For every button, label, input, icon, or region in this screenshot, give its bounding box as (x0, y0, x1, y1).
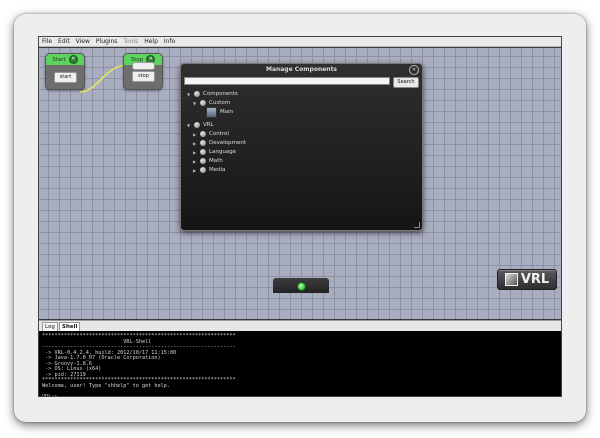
chevron-down-icon[interactable]: ▼ (187, 123, 191, 128)
stop-input-slot[interactable] (132, 62, 155, 70)
chevron-down-icon[interactable]: ▼ (193, 101, 197, 106)
ball-icon (200, 140, 206, 146)
component-search-input[interactable] (184, 77, 390, 85)
tree-item-label: Math (209, 158, 223, 164)
tree-item-label: Custom (209, 100, 231, 106)
tree-item[interactable]: ▶ Development (193, 139, 246, 147)
tree-item[interactable]: Main (199, 106, 234, 118)
status-light-icon[interactable] (297, 282, 306, 291)
tree-item[interactable]: ▶ Math (193, 157, 223, 165)
logo-square-icon (504, 273, 518, 286)
shell-line: Welcome, user! Type "shhelp" to get help… (42, 382, 171, 389)
tree-item-label: Development (209, 140, 247, 146)
tree-item[interactable]: ▶ Language (193, 148, 236, 156)
menu-bar: File Edit View Plugins Tools Help Info (39, 37, 561, 47)
component-icon (206, 106, 217, 118)
close-icon[interactable]: ✕ (68, 55, 78, 64)
manage-components-dialog: Manage Components ✕ Search ▼ Components ▼ C… (180, 63, 423, 231)
ball-icon (194, 122, 200, 128)
chevron-right-icon[interactable]: ▶ (193, 150, 197, 155)
menu-info[interactable]: Info (164, 37, 175, 47)
tree-item-label: Control (209, 131, 229, 137)
tree-item-label: VRL (203, 122, 214, 128)
ball-icon (194, 91, 200, 97)
ball-icon (200, 149, 206, 155)
stop-node[interactable]: Stop ✕ stop (123, 53, 163, 90)
start-button[interactable]: start (54, 72, 77, 83)
run-panel-tab[interactable] (273, 278, 329, 293)
chevron-right-icon[interactable]: ▶ (193, 132, 197, 137)
tree-item[interactable]: ▼ VRL (187, 121, 214, 129)
menu-view[interactable]: View (76, 37, 90, 47)
connection-wire[interactable] (79, 65, 124, 93)
tree-item-label: Main (220, 109, 234, 115)
menu-help[interactable]: Help (144, 37, 158, 47)
chevron-right-icon[interactable]: ▶ (193, 141, 197, 146)
menu-file[interactable]: File (42, 37, 52, 47)
tree-item-label: Media (209, 167, 226, 173)
close-icon[interactable]: ✕ (409, 65, 419, 75)
search-button[interactable]: Search (393, 77, 419, 88)
shell-line: VRL:> (42, 394, 58, 397)
start-node-title: Start ✕ (46, 54, 84, 65)
ball-icon (200, 131, 206, 137)
tree-item-label: Language (209, 149, 237, 155)
stop-button[interactable]: stop (132, 71, 155, 82)
logo-text: VRL (520, 272, 550, 287)
dialog-title: Manage Components (265, 66, 338, 73)
chevron-right-icon[interactable]: ▶ (193, 168, 197, 173)
tree-item[interactable]: ▶ Control (193, 130, 229, 138)
chevron-right-icon[interactable]: ▶ (193, 159, 197, 164)
resize-grip-icon[interactable] (414, 222, 420, 228)
shell-console[interactable]: ****************************************… (39, 331, 561, 396)
start-node[interactable]: Start ✕ start (45, 53, 85, 90)
tree-item[interactable]: ▶ Media (193, 166, 226, 174)
vrl-logo: VRL (497, 269, 557, 290)
menu-edit[interactable]: Edit (58, 37, 70, 47)
tree-item-label: Components (203, 91, 238, 97)
menu-plugins[interactable]: Plugins (96, 37, 118, 47)
menu-tools: Tools (123, 37, 139, 45)
ball-icon (200, 158, 206, 164)
ball-icon (200, 167, 206, 173)
ball-icon (200, 100, 206, 106)
vrl-studio-window: File Edit View Plugins Tools Help Info S… (38, 36, 562, 397)
chevron-down-icon[interactable]: ▼ (187, 92, 191, 97)
workflow-canvas[interactable]: Start ✕ start Stop ✕ stop Manage Compone… (39, 48, 561, 319)
start-node-label: Start (52, 56, 66, 63)
tree-item[interactable]: ▼ Components (187, 90, 238, 98)
